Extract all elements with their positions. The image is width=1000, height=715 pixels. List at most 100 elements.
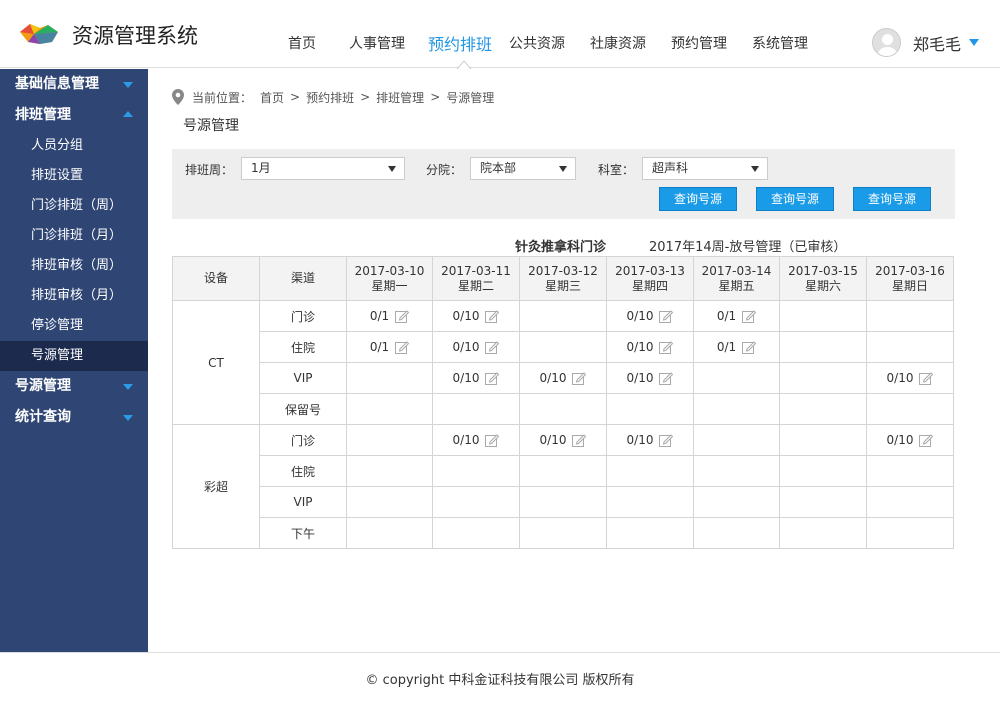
quota-cell[interactable]: 0/10	[432, 331, 520, 363]
breadcrumb-home[interactable]: 首页	[260, 89, 284, 106]
edit-icon[interactable]	[659, 309, 674, 323]
dropdown-arrow-icon	[559, 166, 567, 172]
edit-icon[interactable]	[742, 340, 757, 354]
edit-icon[interactable]	[572, 433, 587, 447]
edit-icon[interactable]	[659, 433, 674, 447]
quota-cell[interactable]: 0/1	[346, 331, 433, 363]
quota-cell[interactable]: 0/10	[432, 362, 520, 394]
breadcrumb-scheduling[interactable]: 预约排班	[306, 89, 354, 106]
user-menu[interactable]: 郑毛毛	[872, 28, 980, 57]
breadcrumb-schedule-management[interactable]: 排班管理	[376, 89, 424, 106]
edit-icon[interactable]	[659, 371, 674, 385]
user-dropdown-icon[interactable]	[969, 39, 980, 46]
quota-cell	[519, 486, 607, 518]
sidebar-group-label: 统计查询	[15, 409, 71, 425]
quota-cell[interactable]: 0/10	[866, 424, 954, 456]
edit-icon[interactable]	[485, 371, 500, 385]
week-select-value: 1月	[251, 161, 271, 175]
column-header-date: 2017-03-15 星期六	[779, 256, 867, 301]
table-row: VIP	[173, 486, 954, 518]
nav-item-hr[interactable]: 人事管理	[349, 33, 405, 55]
edit-icon[interactable]	[572, 371, 587, 385]
quota-value: 0/10	[539, 371, 567, 385]
sidebar-item-clinic-month[interactable]: 门诊排班（月）	[0, 221, 148, 251]
sidebar-group-basic-info[interactable]: 基础信息管理	[0, 69, 148, 100]
quota-cell[interactable]: 0/10	[606, 424, 694, 456]
quota-cell	[346, 362, 433, 394]
nav-item-appointment[interactable]: 预约管理	[671, 33, 727, 55]
quota-cell[interactable]: 0/1	[346, 300, 433, 332]
sidebar-item-clinic-week[interactable]: 门诊排班（周）	[0, 191, 148, 221]
sidebar-group-scheduling[interactable]: 排班管理	[0, 100, 148, 131]
user-name[interactable]: 郑毛毛	[913, 31, 961, 55]
column-header-device: 设备	[172, 256, 260, 301]
quota-value-wrap: 0/1	[716, 340, 757, 354]
sidebar-group-statistics[interactable]: 统计查询	[0, 402, 148, 433]
sidebar-item-suspension[interactable]: 停诊管理	[0, 311, 148, 341]
branch-select-value: 院本部	[480, 161, 517, 175]
quota-cell[interactable]: 0/10	[606, 331, 694, 363]
quota-cell	[693, 455, 780, 487]
sidebar-group-source[interactable]: 号源管理	[0, 371, 148, 402]
edit-icon[interactable]	[659, 340, 674, 354]
sidebar-item-source-management[interactable]: 号源管理	[0, 341, 148, 371]
source-table: 设备 渠道 2017-03-10 星期一 2017-03-11 星期二 2017-03-…	[172, 256, 954, 549]
quota-cell[interactable]: 0/10	[606, 300, 694, 332]
colorful-logo[interactable]	[18, 22, 60, 46]
branch-select[interactable]: 院本部	[470, 157, 576, 180]
column-header-channel: 渠道	[259, 256, 347, 301]
table-row: 住院 0/1 0/10 0/10 0/1	[173, 331, 954, 363]
column-header-date: 2017-03-11 星期二	[432, 256, 520, 301]
quota-value-wrap: 0/10	[540, 371, 587, 385]
quota-cell	[779, 486, 867, 518]
quota-cell[interactable]: 0/1	[693, 300, 780, 332]
quota-cell[interactable]: 0/10	[519, 362, 607, 394]
header-weekday: 星期二	[457, 278, 494, 293]
sidebar-item-schedule-settings[interactable]: 排班设置	[0, 161, 148, 191]
sidebar-item-review-month[interactable]: 排班审核（月）	[0, 281, 148, 311]
channel-cell: VIP	[259, 362, 347, 394]
sidebar-item-staff-groups[interactable]: 人员分组	[0, 131, 148, 161]
quota-cell	[346, 486, 433, 518]
quota-value-wrap: 0/10	[453, 371, 500, 385]
sidebar-item-review-week[interactable]: 排班审核（周）	[0, 251, 148, 281]
dept-select[interactable]: 超声科	[642, 157, 768, 180]
query-source-button-1[interactable]: 查询号源	[659, 187, 737, 211]
quota-cell	[346, 424, 433, 456]
quota-cell	[779, 393, 867, 425]
quota-value: 0/1	[716, 309, 737, 323]
quota-cell	[693, 517, 780, 549]
nav-item-system[interactable]: 系统管理	[752, 33, 808, 55]
query-source-button-2[interactable]: 查询号源	[756, 187, 834, 211]
dept-label: 科室：	[598, 163, 635, 177]
edit-icon[interactable]	[742, 309, 757, 323]
main-nav: 首页 人事管理 预约排班 公共资源 社康资源 预约管理 系统管理	[288, 33, 808, 55]
quota-cell[interactable]: 0/10	[866, 362, 954, 394]
quota-cell[interactable]: 0/10	[606, 362, 694, 394]
quota-value-wrap: 0/10	[627, 309, 674, 323]
nav-item-scheduling[interactable]: 预约排班	[428, 31, 492, 55]
query-source-button-3[interactable]: 查询号源	[853, 187, 931, 211]
nav-item-public-resources[interactable]: 公共资源	[509, 33, 565, 55]
nav-item-community-resources[interactable]: 社康资源	[590, 33, 646, 55]
nav-item-home[interactable]: 首页	[288, 33, 316, 55]
edit-icon[interactable]	[485, 433, 500, 447]
quota-cell[interactable]: 0/10	[432, 300, 520, 332]
edit-icon[interactable]	[395, 309, 410, 323]
quota-value: 0/1	[716, 340, 737, 354]
quota-value: 0/10	[626, 340, 654, 354]
edit-icon[interactable]	[919, 433, 934, 447]
week-select[interactable]: 1月	[241, 157, 405, 180]
user-avatar-icon[interactable]	[872, 28, 901, 57]
quota-value-wrap: 0/10	[887, 371, 934, 385]
edit-icon[interactable]	[395, 340, 410, 354]
chevron-down-icon	[123, 415, 133, 421]
edit-icon[interactable]	[485, 340, 500, 354]
quota-cell[interactable]: 0/10	[432, 424, 520, 456]
quota-cell[interactable]: 0/1	[693, 331, 780, 363]
edit-icon[interactable]	[485, 309, 500, 323]
breadcrumb-separator: >	[430, 90, 441, 104]
caption-department: 针灸推拿科门诊	[515, 240, 607, 255]
edit-icon[interactable]	[919, 371, 934, 385]
quota-cell[interactable]: 0/10	[519, 424, 607, 456]
